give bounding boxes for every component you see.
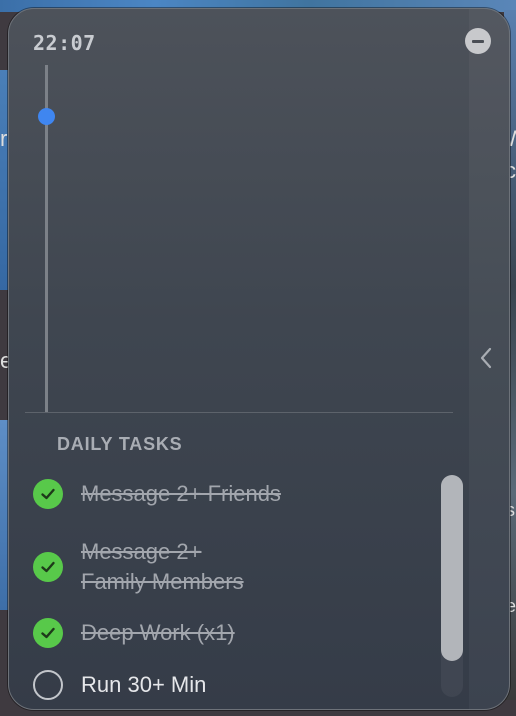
scrollbar-thumb[interactable] [441, 475, 463, 661]
task-label: Message 2+ Family Members [81, 539, 244, 594]
section-title: DAILY TASKS [57, 434, 183, 454]
task-label: Deep Work (x1) [81, 620, 235, 645]
checkmark-icon[interactable] [33, 479, 63, 509]
task-label: Run 30+ Min [81, 672, 207, 697]
task-item[interactable]: Message 2+ Friends [33, 479, 281, 509]
minimize-button[interactable] [465, 28, 491, 54]
task-item[interactable]: Run 30+ Min [33, 670, 206, 700]
task-item[interactable]: Deep Work (x1) [33, 618, 235, 648]
timeline-current-marker [38, 108, 55, 125]
daily-tasks-widget: 22:07 DAILY TASKS Message 2+ Friends Mes… [8, 8, 510, 710]
task-item[interactable]: Message 2+ Family Members [33, 537, 244, 597]
checkmark-icon[interactable] [33, 552, 63, 582]
divider [25, 412, 453, 413]
clock-time: 22:07 [33, 31, 96, 55]
checkmark-icon[interactable] [33, 618, 63, 648]
background-text: r [0, 126, 8, 151]
chevron-left-icon[interactable] [475, 347, 497, 371]
task-label: Message 2+ Friends [81, 481, 281, 506]
minus-icon [472, 39, 484, 43]
empty-circle-icon[interactable] [33, 670, 63, 700]
